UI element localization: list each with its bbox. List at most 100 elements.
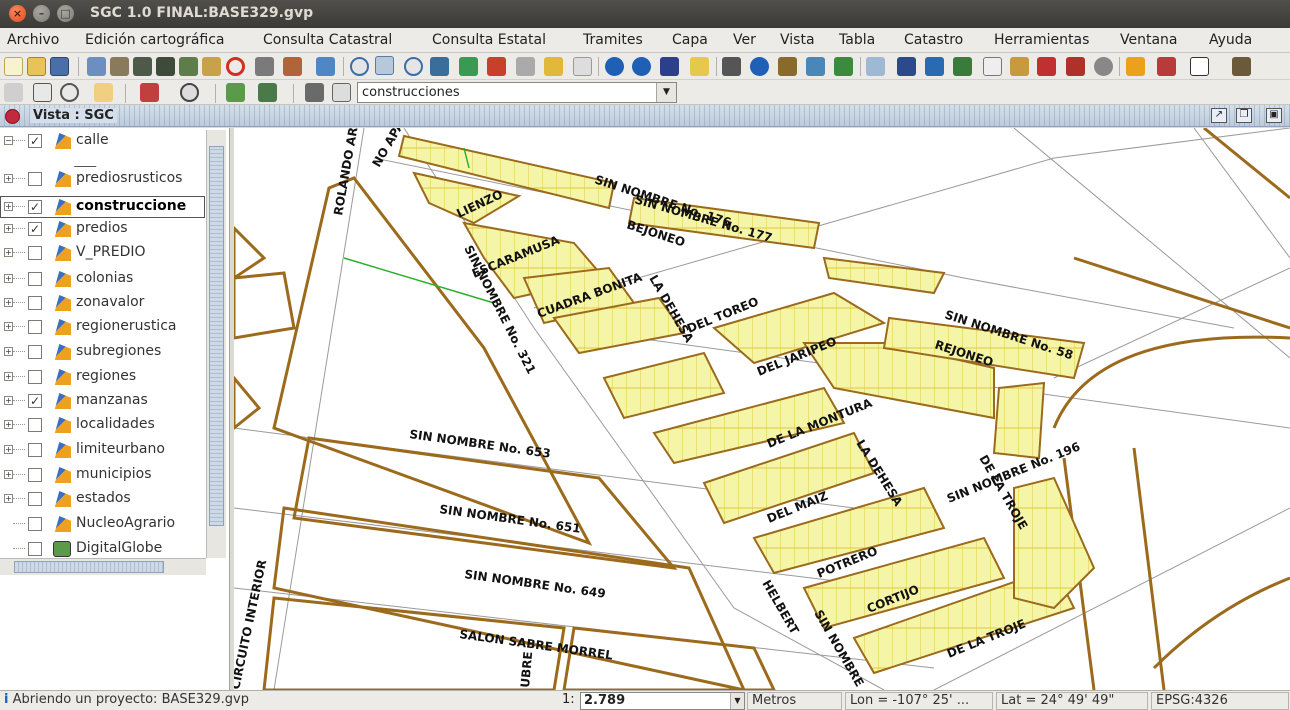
layer-row-prediosrusticos[interactable]: + prediosrusticos [0,168,205,190]
layer-visibility-checkbox[interactable] [28,370,42,384]
select-polygon-icon[interactable] [953,57,972,76]
window-icon[interactable] [140,83,159,102]
tool-icon[interactable] [110,57,129,76]
table-view-icon[interactable] [1190,57,1209,76]
tree-expander-icon[interactable]: + [4,445,13,454]
zoom-select-icon[interactable] [487,57,506,76]
close-window-button[interactable]: × [9,5,26,22]
zoom-out-icon[interactable] [404,57,423,76]
tree-expander-icon[interactable]: + [4,174,13,183]
add-layer-icon[interactable] [179,57,198,76]
layer-row-estados[interactable]: + estados [0,488,205,510]
layer-visibility-checkbox[interactable] [28,272,42,286]
chevron-down-icon[interactable]: ▼ [730,693,744,709]
tree-expander-icon[interactable]: + [4,420,13,429]
restore-view-button[interactable]: ❐ [1236,108,1252,123]
save-icon[interactable] [50,57,69,76]
select-circle-icon[interactable] [1010,57,1029,76]
target-icon[interactable] [226,57,245,76]
menu-herramientas[interactable]: Herramientas [994,32,1089,48]
menu-consulta-catastral[interactable]: Consulta Catastral [263,32,392,48]
maximize-view-button[interactable]: ▣ [1266,108,1282,123]
settings-icon[interactable] [283,57,302,76]
scale-select[interactable]: 2.789 ▼ [580,692,745,710]
layer-row-calle[interactable]: − ✓ calle [0,130,205,152]
coordinates-icon[interactable] [722,57,741,76]
layer-visibility-checkbox[interactable]: ✓ [28,394,42,408]
menu-capa[interactable]: Capa [672,32,708,48]
list-icon[interactable] [332,83,351,102]
binoculars-icon[interactable] [33,83,52,102]
menu-tabla[interactable]: Tabla [839,32,875,48]
undock-view-button[interactable]: ↗ [1211,108,1227,123]
measure-icon[interactable] [690,57,709,76]
layer-row-regionerustica[interactable]: + regionerustica [0,316,205,338]
tree-expander-icon[interactable]: + [4,396,13,405]
maximize-window-button[interactable]: □ [57,5,74,22]
layer-row-construccione[interactable]: + ✓ construccione [0,196,205,218]
layer-visibility-checkbox[interactable]: ✓ [28,222,42,236]
map-svg[interactable]: SIN NOMBRE No. 176 SIN NOMBRE No. 177 LI… [234,128,1290,690]
refresh-icon[interactable] [316,57,335,76]
active-layer-select[interactable]: construcciones ▼ [357,82,677,103]
info-2-icon[interactable] [632,57,651,76]
layer-row-predios[interactable]: + ✓ predios [0,218,205,240]
export-layer-icon[interactable] [258,83,277,102]
zoom-layer-icon[interactable] [430,57,449,76]
layer-row-manzanas[interactable]: + ✓ manzanas [0,390,205,412]
edit-icon[interactable] [94,83,113,102]
grid-icon[interactable] [778,57,797,76]
layer-visibility-checkbox[interactable] [28,320,42,334]
zoom-in-icon[interactable] [350,57,369,76]
menu-vista[interactable]: Vista [780,32,815,48]
zoom-previous-icon[interactable] [516,57,535,76]
layer-visibility-checkbox[interactable] [28,418,42,432]
layer-row-localidades[interactable]: + localidades [0,414,205,436]
search-icon[interactable] [60,83,79,102]
scrollbar-thumb[interactable] [209,146,224,526]
locate-icon[interactable] [202,57,221,76]
tools-icon[interactable] [1232,57,1251,76]
info-3-icon[interactable] [750,57,769,76]
menu-tramites[interactable]: Tramites [583,32,643,48]
clear-selection-icon[interactable] [1037,57,1056,76]
tree-expander-icon[interactable]: + [4,372,13,381]
layer-row-digitalglobe[interactable]: DigitalGlobe [0,538,205,560]
layer-visibility-checkbox[interactable] [28,517,42,531]
tree-expander-icon[interactable]: + [4,224,13,233]
map-canvas[interactable]: SIN NOMBRE No. 176 SIN NOMBRE No. 177 LI… [234,128,1290,690]
find-icon[interactable] [180,83,199,102]
layer-row-municipios[interactable]: + municipios [0,464,205,486]
tree-expander-icon[interactable]: + [4,274,13,283]
layer-visibility-checkbox[interactable]: ✓ [28,134,42,148]
menu-archivo[interactable]: Archivo [7,32,59,48]
pan-icon[interactable] [544,57,563,76]
menu-catastro[interactable]: Catastro [904,32,963,48]
tree-expander-icon[interactable]: + [4,298,13,307]
open-folder-icon[interactable] [27,57,46,76]
layer-visibility-checkbox[interactable] [28,345,42,359]
printer-icon[interactable] [305,83,324,102]
layer-row-subregiones[interactable]: + subregiones [0,341,205,363]
table-icon[interactable] [133,57,152,76]
menu-ayuda[interactable]: Ayuda [1209,32,1252,48]
comment-icon[interactable] [866,57,885,76]
document-icon[interactable] [255,57,274,76]
tree-expander-icon[interactable]: + [4,202,13,211]
tree-expander-icon[interactable]: − [4,136,13,145]
layer-visibility-checkbox[interactable] [28,246,42,260]
layer-row-v-predio[interactable]: + V_PREDIO [0,242,205,264]
minimize-window-button[interactable]: – [33,5,50,22]
tree-expander-icon[interactable]: + [4,470,13,479]
tree-expander-icon[interactable]: + [4,322,13,331]
zoom-tool-active-icon[interactable] [375,56,394,75]
layer-row-regiones[interactable]: + regiones [0,366,205,388]
layer-tree-vertical-scrollbar[interactable] [206,130,226,558]
new-document-icon[interactable] [4,57,23,76]
tree-expander-icon[interactable]: + [4,494,13,503]
gear-icon[interactable] [1094,57,1113,76]
import-icon[interactable] [226,83,245,102]
filter-icon[interactable] [1126,57,1145,76]
tree-expander-icon[interactable]: + [4,248,13,257]
zoom-full-icon[interactable] [459,57,478,76]
